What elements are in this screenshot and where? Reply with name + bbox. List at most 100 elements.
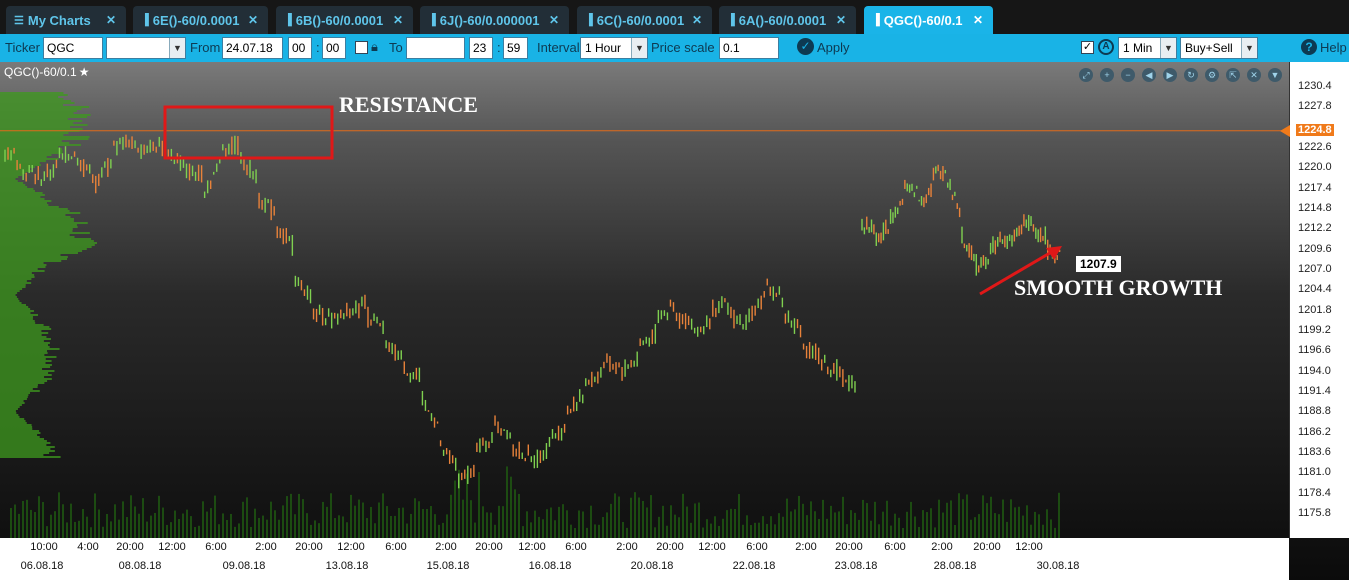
volume-bar bbox=[874, 501, 876, 538]
to-enable-checkbox[interactable] bbox=[355, 41, 368, 54]
time-axis[interactable]: 10:00 4:00 20:00 12:00 6:00 2:00 20:00 12:00 6:0… bbox=[0, 538, 1289, 580]
ticker-dropdown[interactable]: ▼ bbox=[106, 37, 186, 59]
star-icon[interactable]: ★ bbox=[79, 65, 90, 79]
from-hour-input[interactable]: 00 bbox=[288, 37, 312, 59]
to-minute-input[interactable]: 59 bbox=[503, 37, 528, 59]
time-tick-label: 4:00 bbox=[77, 541, 99, 553]
close-icon[interactable]: ✕ bbox=[549, 13, 559, 27]
volume-bar bbox=[402, 507, 404, 538]
price-axis[interactable]: 1230.4 1227.8 1224.8 1222.6 1220.0 1217.4 1214… bbox=[1280, 62, 1349, 538]
help-icon[interactable]: ? bbox=[1301, 39, 1317, 55]
chevron-down-icon[interactable]: ▼ bbox=[631, 38, 647, 58]
time-tick-label: 20:00 bbox=[295, 541, 323, 553]
close-icon[interactable]: ✕ bbox=[836, 13, 846, 27]
chevron-down-icon[interactable]: ▼ bbox=[1160, 38, 1176, 58]
volume-bar bbox=[722, 518, 724, 538]
volume-profile-bar bbox=[0, 190, 35, 192]
volume-bar bbox=[746, 515, 748, 538]
time-tick-label: 12:00 bbox=[158, 541, 186, 553]
tab-6e[interactable]: ▐ 6E()-60/0.0001 ✕ bbox=[133, 6, 268, 34]
volume-bar bbox=[702, 527, 704, 538]
close-icon[interactable]: ✕ bbox=[393, 13, 403, 27]
close-icon[interactable]: ✕ bbox=[106, 13, 116, 27]
volume-bar bbox=[742, 524, 744, 538]
bar-chart-icon: ▐ bbox=[585, 14, 593, 26]
volume-profile-bar bbox=[0, 450, 55, 452]
zoom-out-icon[interactable]: − bbox=[1121, 68, 1135, 82]
volume-bar bbox=[530, 522, 532, 538]
volume-bar bbox=[210, 508, 212, 538]
volume-profile-bar bbox=[0, 454, 44, 456]
to-date-input[interactable] bbox=[406, 37, 465, 59]
tab-6c[interactable]: ▐ 6C()-60/0.0001 ✕ bbox=[577, 6, 712, 34]
expand-icon[interactable]: ⇱ bbox=[1226, 68, 1240, 82]
price-tick-label: 1217.4 bbox=[1298, 181, 1332, 194]
interval-select[interactable]: 1 Hour ▼ bbox=[580, 37, 648, 59]
pan-right-icon[interactable]: ▶ bbox=[1163, 68, 1177, 82]
volume-bar bbox=[710, 523, 712, 538]
tab-my-charts[interactable]: ☰ My Charts ✕ bbox=[6, 6, 126, 34]
volume-bar bbox=[390, 515, 392, 538]
pan-left-icon[interactable]: ◀ bbox=[1142, 68, 1156, 82]
volume-profile-bar bbox=[0, 364, 52, 366]
volume-profile-bar bbox=[0, 304, 27, 306]
from-date-input[interactable]: 24.07.18 bbox=[222, 37, 283, 59]
volume-profile-bar bbox=[0, 152, 63, 154]
help-link[interactable]: Help bbox=[1320, 40, 1347, 55]
tab-6b[interactable]: ▐ 6B()-60/0.0001 ✕ bbox=[276, 6, 413, 34]
volume-profile-bar bbox=[0, 312, 31, 314]
volume-profile-bar bbox=[0, 146, 59, 148]
volume-profile-bar bbox=[0, 244, 95, 246]
volume-profile-bar bbox=[0, 158, 59, 160]
from-minute-input[interactable]: 00 bbox=[322, 37, 346, 59]
close-chart-icon[interactable]: ✕ bbox=[1247, 68, 1261, 82]
apply-button[interactable]: Apply bbox=[817, 40, 850, 55]
volume-bar bbox=[706, 519, 708, 538]
close-icon[interactable]: ✕ bbox=[973, 13, 983, 27]
zoom-fit-icon[interactable]: ⤢ bbox=[1079, 68, 1093, 82]
ticker-input[interactable]: QGC bbox=[43, 37, 103, 59]
volume-bar bbox=[270, 501, 272, 538]
volume-bar bbox=[810, 501, 812, 538]
price-tick-label: 1212.2 bbox=[1298, 222, 1332, 235]
tab-6j[interactable]: ▐ 6J()-60/0.000001 ✕ bbox=[420, 6, 569, 34]
volume-bar bbox=[82, 509, 84, 538]
to-hour-input[interactable]: 23 bbox=[469, 37, 493, 59]
close-icon[interactable]: ✕ bbox=[692, 13, 702, 27]
chevron-down-icon[interactable]: ▼ bbox=[1268, 68, 1282, 82]
volume-bar bbox=[190, 516, 192, 538]
volume-bar bbox=[854, 512, 856, 538]
volume-profile-bar bbox=[0, 452, 50, 454]
chevron-down-icon[interactable]: ▼ bbox=[169, 38, 185, 58]
volume-bar bbox=[1026, 505, 1028, 538]
volume-bar bbox=[886, 500, 888, 538]
volume-bar bbox=[638, 497, 640, 538]
volume-bar bbox=[674, 514, 676, 538]
tab-6a[interactable]: ▐ 6A()-60/0.0001 ✕ bbox=[719, 6, 856, 34]
volume-bar bbox=[350, 494, 352, 538]
tab-qgc[interactable]: ▐ QGC()-60/0.1 ✕ bbox=[864, 6, 993, 34]
volume-profile-bar bbox=[0, 438, 45, 440]
side-select[interactable]: Buy+Sell ▼ bbox=[1180, 37, 1258, 59]
refresh-icon[interactable]: ↻ bbox=[1184, 68, 1198, 82]
price-scale-input[interactable]: 0.1 bbox=[719, 37, 779, 59]
volume-profile-bar bbox=[0, 260, 62, 262]
auto-checkbox[interactable]: ✓ bbox=[1081, 41, 1094, 54]
volume-bar bbox=[1054, 527, 1056, 538]
zoom-in-icon[interactable]: + bbox=[1100, 68, 1114, 82]
timeframe-select[interactable]: 1 Min ▼ bbox=[1118, 37, 1177, 59]
gear-icon[interactable]: ⚙ bbox=[1205, 68, 1219, 82]
volume-bar bbox=[682, 493, 684, 538]
volume-profile-bar bbox=[0, 144, 81, 146]
volume-profile-bar bbox=[0, 446, 55, 448]
volume-bar bbox=[714, 516, 716, 538]
chevron-down-icon[interactable]: ▼ bbox=[1241, 38, 1257, 58]
auto-scale-icon[interactable]: A bbox=[1098, 39, 1114, 55]
volume-profile-bar bbox=[0, 404, 22, 406]
time-tick-label: 20:00 bbox=[475, 541, 503, 553]
volume-profile-bar bbox=[0, 182, 24, 184]
tab-label: QGC()-60/0.1 bbox=[883, 12, 963, 28]
close-icon[interactable]: ✕ bbox=[248, 13, 258, 27]
price-tick-label: 1181.0 bbox=[1298, 466, 1331, 479]
volume-profile-bar bbox=[0, 136, 90, 138]
